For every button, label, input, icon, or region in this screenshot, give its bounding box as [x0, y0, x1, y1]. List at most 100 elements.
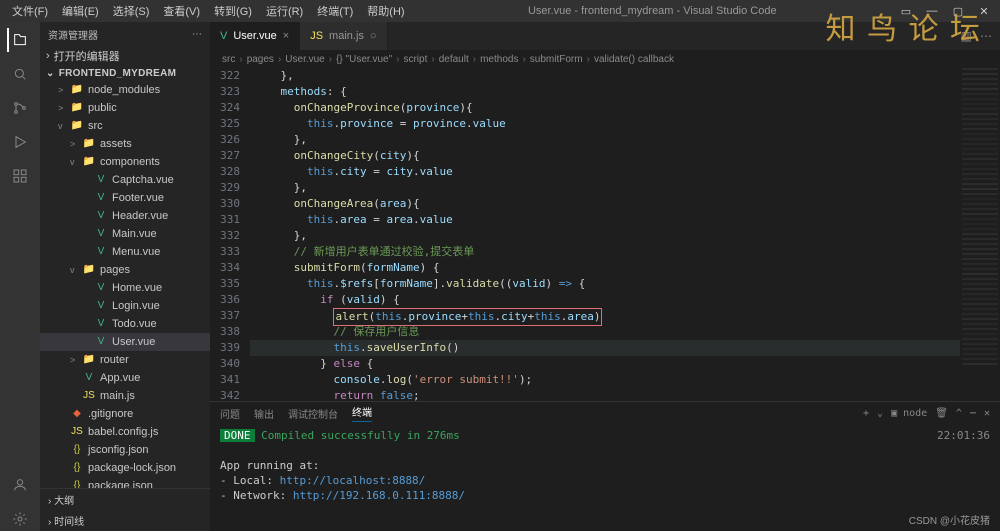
- tree-item-package-lock-json[interactable]: {}package-lock.json: [40, 459, 210, 477]
- menu-bar: 文件(F)编辑(E)选择(S)查看(V)转到(G)运行(R)终端(T)帮助(H): [0, 1, 411, 21]
- explorer-icon[interactable]: [7, 28, 31, 52]
- terminal-output[interactable]: 22:01:36 DONE Compiled successfully in 2…: [210, 424, 1000, 531]
- tree-item-node_modules[interactable]: >📁node_modules: [40, 81, 210, 99]
- tab-actions: ▥ ⋯: [953, 22, 1000, 50]
- settings-icon[interactable]: [8, 507, 32, 531]
- tree-item-Menu-vue[interactable]: VMenu.vue: [40, 243, 210, 261]
- tree-item-public[interactable]: >📁public: [40, 99, 210, 117]
- breadcrumb-item[interactable]: User.vue: [285, 54, 324, 65]
- tree-item-main-js[interactable]: JSmain.js: [40, 387, 210, 405]
- tree-item-Main-vue[interactable]: VMain.vue: [40, 225, 210, 243]
- tree-item-User-vue[interactable]: VUser.vue: [40, 333, 210, 351]
- breadcrumb-item[interactable]: default: [439, 54, 469, 65]
- tab-User.vue[interactable]: VUser.vue×: [210, 22, 300, 50]
- menu-item[interactable]: 转到(G): [208, 1, 258, 21]
- split-editor-icon[interactable]: ▥: [961, 29, 972, 43]
- activity-bar: [0, 22, 40, 531]
- more-actions-icon[interactable]: ⋯: [980, 29, 992, 43]
- sidebar-header: 资源管理器 ⋯: [40, 22, 210, 46]
- minimize-icon[interactable]: —: [920, 5, 944, 18]
- tree-item-Home-vue[interactable]: VHome.vue: [40, 279, 210, 297]
- editor-tabs: VUser.vue×JSmain.js○ ▥ ⋯: [210, 22, 1000, 50]
- terminal-dropdown-icon[interactable]: ⌄: [877, 408, 883, 419]
- extensions-icon[interactable]: [8, 164, 32, 188]
- done-badge: DONE: [220, 429, 255, 442]
- window-controls: ▭ — ▢ ✕: [894, 5, 1000, 18]
- more-terminal-icon[interactable]: ⋯: [970, 408, 976, 419]
- minimap[interactable]: [960, 68, 1000, 401]
- timeline-section[interactable]: › 时间线: [40, 510, 210, 531]
- terminal-tab[interactable]: 问题: [220, 406, 240, 421]
- close-tab-icon[interactable]: ×: [283, 30, 289, 42]
- close-panel-icon[interactable]: ✕: [984, 408, 990, 419]
- menu-item[interactable]: 帮助(H): [361, 1, 410, 21]
- sidebar-footer: › 大纲 › 时间线: [40, 488, 210, 531]
- source-control-icon[interactable]: [8, 96, 32, 120]
- open-editors-section[interactable]: ›打开的编辑器: [40, 46, 210, 66]
- compile-time: 22:01:36: [937, 428, 990, 443]
- explorer-sidebar: 资源管理器 ⋯ ›打开的编辑器 ⌄FRONTEND_MYDREAM >📁node…: [40, 22, 210, 531]
- breadcrumb-item[interactable]: src: [222, 54, 235, 65]
- local-url[interactable]: http://localhost:8888/: [280, 474, 426, 487]
- tab-main.js[interactable]: JSmain.js○: [300, 22, 387, 50]
- terminal-tab[interactable]: 输出: [254, 406, 274, 421]
- menu-item[interactable]: 编辑(E): [56, 1, 105, 21]
- layout-toggle-icon[interactable]: ▭: [894, 5, 918, 18]
- tree-item-Captcha-vue[interactable]: VCaptcha.vue: [40, 171, 210, 189]
- close-icon[interactable]: ✕: [972, 5, 996, 18]
- sidebar-title: 资源管理器: [48, 27, 98, 42]
- tree-item-Footer-vue[interactable]: VFooter.vue: [40, 189, 210, 207]
- terminal-actions: + ⌄ ▣ node 🗑 ^ ⋯ ✕: [863, 408, 990, 419]
- code-editor[interactable]: 3223233243253263273283293303313323333343…: [210, 68, 1000, 401]
- window-title: User.vue - frontend_mydream - Visual Stu…: [411, 5, 894, 17]
- code-content[interactable]: }, methods: { onChangeProvince(province)…: [250, 68, 960, 401]
- close-tab-icon[interactable]: ○: [370, 30, 377, 42]
- breadcrumb-item[interactable]: script: [403, 54, 427, 65]
- run-debug-icon[interactable]: [8, 130, 32, 154]
- new-terminal-icon[interactable]: +: [863, 408, 869, 419]
- breadcrumb[interactable]: src›pages›User.vue›{} "User.vue"›script›…: [210, 50, 1000, 68]
- breadcrumb-item[interactable]: pages: [247, 54, 274, 65]
- terminal-tab[interactable]: 调试控制台: [288, 406, 338, 421]
- app-running-label: App running at:: [220, 458, 990, 473]
- compile-msg: Compiled successfully in 276ms: [261, 429, 460, 442]
- menu-item[interactable]: 选择(S): [107, 1, 156, 21]
- title-bar: 文件(F)编辑(E)选择(S)查看(V)转到(G)运行(R)终端(T)帮助(H)…: [0, 0, 1000, 22]
- maximize-icon[interactable]: ▢: [946, 5, 970, 18]
- terminal-panel: 问题输出调试控制台终端 + ⌄ ▣ node 🗑 ^ ⋯ ✕ 22:01:36 …: [210, 401, 1000, 531]
- breadcrumb-item[interactable]: methods: [480, 54, 518, 65]
- tree-item-Todo-vue[interactable]: VTodo.vue: [40, 315, 210, 333]
- network-url[interactable]: http://192.168.0.111:8888/: [293, 489, 465, 502]
- menu-item[interactable]: 终端(T): [311, 1, 359, 21]
- tree-item-App-vue[interactable]: VApp.vue: [40, 369, 210, 387]
- menu-item[interactable]: 运行(R): [260, 1, 309, 21]
- breadcrumb-item[interactable]: {} "User.vue": [336, 54, 392, 65]
- account-icon[interactable]: [8, 473, 32, 497]
- network-label: - Network:: [220, 489, 293, 502]
- maximize-panel-icon[interactable]: ^: [956, 408, 962, 419]
- tree-item-assets[interactable]: >📁assets: [40, 135, 210, 153]
- outline-section[interactable]: › 大纲: [40, 489, 210, 510]
- project-root[interactable]: ⌄FRONTEND_MYDREAM: [40, 66, 210, 81]
- tree-item-Header-vue[interactable]: VHeader.vue: [40, 207, 210, 225]
- tree-item-package-json[interactable]: {}package.json: [40, 477, 210, 488]
- tree-item-src[interactable]: v📁src: [40, 117, 210, 135]
- terminal-tabs: 问题输出调试控制台终端 + ⌄ ▣ node 🗑 ^ ⋯ ✕: [210, 402, 1000, 424]
- menu-item[interactable]: 文件(F): [6, 1, 54, 21]
- editor-area: VUser.vue×JSmain.js○ ▥ ⋯ src›pages›User.…: [210, 22, 1000, 531]
- tree-item-components[interactable]: v📁components: [40, 153, 210, 171]
- search-icon[interactable]: [8, 62, 32, 86]
- terminal-tab[interactable]: 终端: [352, 404, 372, 422]
- tree-item-jsconfig-json[interactable]: {}jsconfig.json: [40, 441, 210, 459]
- terminal-type-label[interactable]: ▣ node: [891, 408, 927, 419]
- tree-item--gitignore[interactable]: ◆.gitignore: [40, 405, 210, 423]
- tree-item-babel-config-js[interactable]: JSbabel.config.js: [40, 423, 210, 441]
- tree-item-Login-vue[interactable]: VLogin.vue: [40, 297, 210, 315]
- menu-item[interactable]: 查看(V): [157, 1, 206, 21]
- tree-item-router[interactable]: >📁router: [40, 351, 210, 369]
- breadcrumb-item[interactable]: validate() callback: [594, 54, 674, 65]
- trash-icon[interactable]: 🗑: [935, 408, 948, 419]
- breadcrumb-item[interactable]: submitForm: [530, 54, 583, 65]
- tree-item-pages[interactable]: v📁pages: [40, 261, 210, 279]
- sidebar-more-icon[interactable]: ⋯: [192, 29, 202, 40]
